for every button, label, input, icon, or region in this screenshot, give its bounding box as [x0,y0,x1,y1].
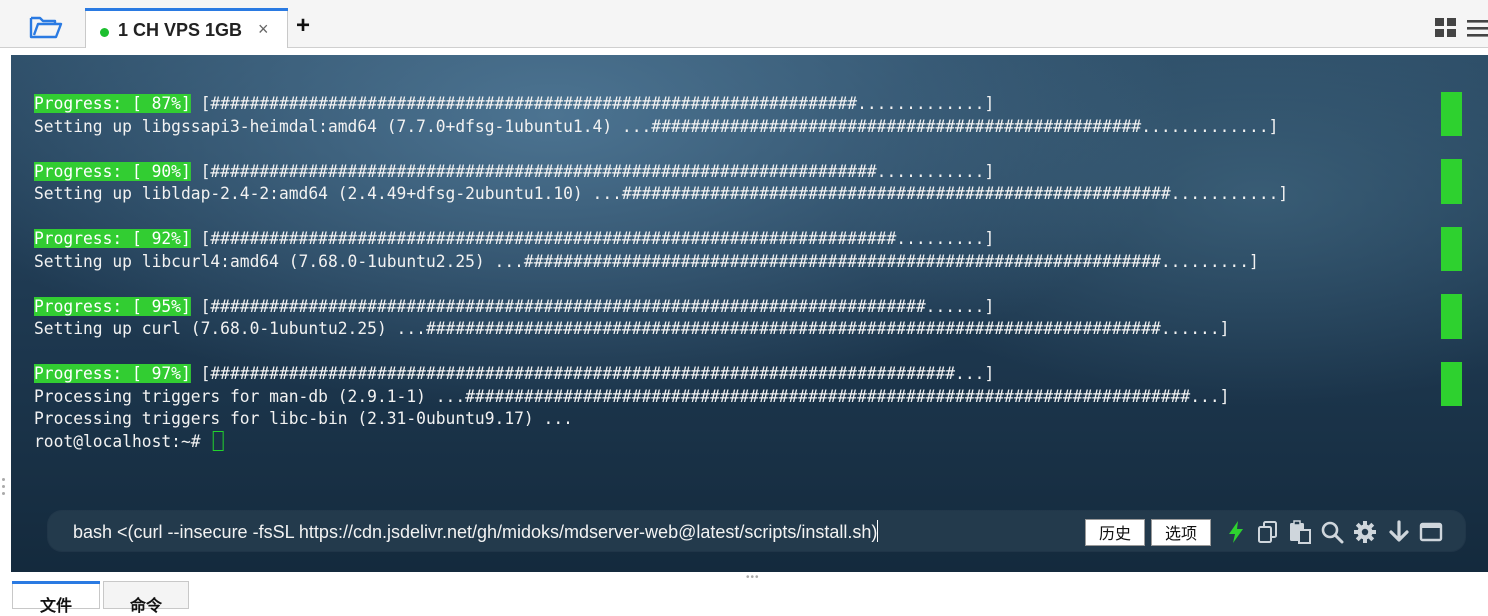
download-arrow-icon[interactable] [1387,520,1411,544]
terminal-line-text: [#######################################… [190,161,995,181]
session-tab[interactable]: 1 CH VPS 1GB × [85,8,288,48]
terminal-output-line: Setting up curl (7.68.0-1ubuntu2.25) ...… [34,318,1444,341]
add-tab-button[interactable]: + [296,14,310,38]
terminal-line-text: Processing triggers for man-db (2.9.1-1)… [34,386,1230,406]
side-resize-handle[interactable] [2,478,6,499]
close-tab-icon[interactable]: × [258,19,269,40]
progress-indicator-bar [1441,159,1462,204]
progress-indicator-bar [1441,362,1462,406]
terminal-line-text: [#######################################… [190,94,995,113]
folder-icon [29,16,63,39]
terminal-progress-line: Progress: [ 87%] [######################… [34,93,1444,116]
search-icon[interactable] [1320,520,1344,544]
open-folder-button[interactable] [20,10,72,44]
gear-icon[interactable] [1353,520,1377,544]
terminal-output-line: Processing triggers for man-db (2.9.1-1)… [34,386,1444,409]
terminal-line-text: [#######################################… [190,296,995,316]
grid-view-icon[interactable] [1434,17,1458,39]
progress-label: Progress: [ 90%] [34,161,191,181]
options-button[interactable]: 选项 [1151,519,1211,546]
terminal-output-line: Setting up libgssapi3-heimdal:amd64 (7.7… [34,116,1444,139]
terminal-line-text: Setting up libldap-2.4-2:amd64 (2.4.49+d… [34,184,1289,203]
terminal-output: Progress: [ 87%] [######################… [34,93,1454,453]
session-tab-label: 1 CH VPS 1GB [118,20,243,40]
bottom-panel: 文件 命令 [0,572,1488,615]
terminal-line-text: Setting up libcurl4:amd64 (7.68.0-1ubunt… [34,251,1259,271]
terminal-line-text: [#######################################… [190,229,995,248]
tab-bar: 1 CH VPS 1GB × + [0,0,1488,48]
command-bar: bash <(curl --insecure -fsSL https://cdn… [48,511,1465,551]
paste-icon[interactable] [1288,520,1312,544]
terminal-progress-line: Progress: [ 90%] [######################… [34,161,1444,184]
terminal-output-line: Processing triggers for libc-bin (2.31-0… [34,408,1444,431]
progress-indicator-bar [1441,227,1462,271]
terminal-progress-line: Progress: [ 92%] [######################… [34,228,1444,251]
window-icon[interactable] [1419,520,1443,544]
shell-prompt: root@localhost:~# [34,431,211,451]
terminal-progress-line: Progress: [ 95%] [######################… [34,296,1444,319]
history-button[interactable]: 历史 [1085,519,1145,546]
progress-label: Progress: [ 95%] [34,296,191,316]
progress-label: Progress: [ 97%] [34,364,191,383]
terminal-line-text: [#######################################… [190,364,995,383]
progress-label: Progress: [ 87%] [34,94,191,113]
terminal-progress-line: Progress: [ 97%] [######################… [34,363,1444,386]
hamburger-menu-icon[interactable] [1466,17,1488,39]
panel-resize-handle[interactable]: ••• [746,572,760,583]
progress-label: Progress: [ 92%] [34,229,191,248]
progress-indicator-bar [1441,294,1462,339]
terminal-cursor [212,430,224,451]
copy-icon[interactable] [1256,520,1280,544]
terminal-line-text: Processing triggers for libc-bin (2.31-0… [34,409,573,428]
terminal-line-text: Setting up libgssapi3-heimdal:amd64 (7.7… [34,116,1279,136]
lightning-icon[interactable] [1224,520,1248,544]
tab-files[interactable]: 文件 [12,581,100,615]
connected-status-dot [100,28,109,37]
terminal-prompt-line[interactable]: root@localhost:~# [34,430,1444,454]
terminal-line-text: Setting up curl (7.68.0-1ubuntu2.25) ...… [34,319,1230,338]
terminal-area[interactable]: Progress: [ 87%] [######################… [11,55,1488,572]
tab-commands[interactable]: 命令 [103,581,189,615]
command-input[interactable]: bash <(curl --insecure -fsSL https://cdn… [73,520,879,543]
terminal-output-line: Setting up libcurl4:amd64 (7.68.0-1ubunt… [34,251,1444,274]
progress-indicator-bar [1441,92,1462,136]
terminal-output-line: Setting up libldap-2.4-2:amd64 (2.4.49+d… [34,183,1444,206]
